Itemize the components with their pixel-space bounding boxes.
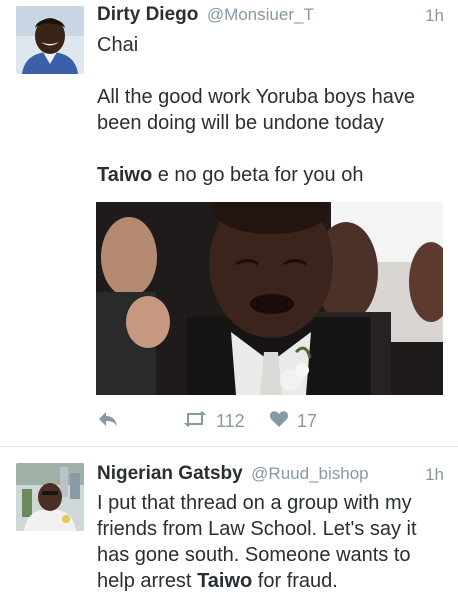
tweet-line: friends from Law School. Let's say it [97,518,417,540]
tweet[interactable]: Nigerian Gatsby @Ruud_bishop 1h I put th… [0,447,458,609]
tweet-line: has gone south. Someone wants to [97,544,411,566]
tweet[interactable]: Dirty Diego @Monsiuer_T 1h Chai All the … [0,0,458,446]
avatar-photo [16,6,84,74]
crying-groom-photo [96,202,443,395]
mention-bold: Taiwo [197,570,253,592]
timestamp[interactable]: 1h [425,6,444,26]
retweet-button[interactable]: 112 [182,410,245,433]
retweet-count: 112 [216,411,245,431]
timestamp[interactable]: 1h [425,465,444,485]
like-count: 17 [297,411,318,431]
tweet-actions: 112 17 [97,410,397,432]
tweet-line: Chai [97,34,139,56]
tweet-text: I put that thread on a group with my fri… [97,490,450,594]
author-handle[interactable]: @Ruud_bishop [251,464,368,483]
avatar[interactable] [16,6,84,74]
heart-icon [269,410,289,433]
avatar-photo [16,463,84,531]
tweet-line: Taiwo e no go beta for you oh [97,162,450,188]
tweet-line: help arrest Taiwo for fraud. [97,568,450,594]
tweet-line-rest: for fraud. [252,570,338,592]
author-name[interactable]: Dirty Diego [97,4,198,25]
like-button[interactable]: 17 [269,410,317,433]
tweet-text: Chai All the good work Yoruba boys have … [97,32,450,188]
reply-button[interactable] [97,410,119,433]
tweet-line-rest: e no go beta for you oh [152,164,364,186]
tweet-line-prefix: help arrest [97,570,198,592]
tweet-header: Nigerian Gatsby @Ruud_bishop 1h [97,463,444,489]
retweet-icon [182,410,208,433]
mention-bold: Taiwo [97,164,153,186]
tweet-line: All the good work Yoruba boys have [97,86,415,108]
tweet-line: I put that thread on a group with my [97,492,412,514]
author-name[interactable]: Nigerian Gatsby [97,463,243,484]
tweet-header: Dirty Diego @Monsiuer_T 1h [97,4,444,30]
author-handle[interactable]: @Monsiuer_T [207,5,314,24]
tweet-line: been doing will be undone today [97,112,384,134]
reply-icon [97,410,119,433]
avatar[interactable] [16,463,84,531]
tweet-media-image[interactable] [96,202,443,395]
